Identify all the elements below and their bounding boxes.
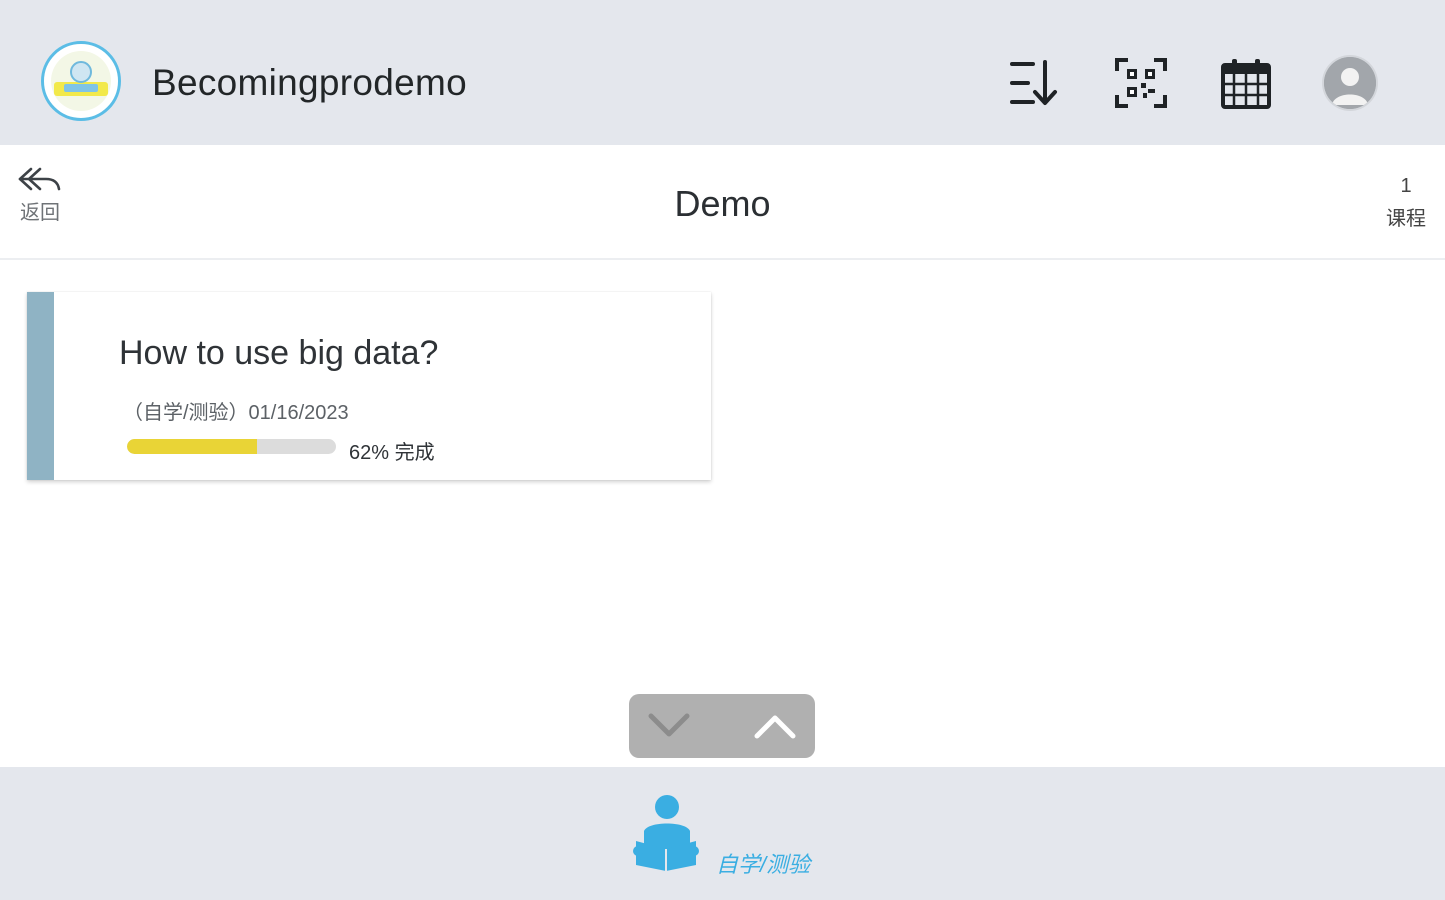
course-count-label: 课程 [1386, 208, 1426, 230]
app-logo[interactable] [41, 41, 121, 121]
course-count-number: 1 [1400, 175, 1412, 197]
scroll-down-button[interactable] [629, 694, 722, 758]
chevron-up-icon [754, 715, 796, 739]
sort-icon[interactable] [1009, 57, 1063, 109]
course-count: 1 课程 [1381, 175, 1431, 231]
scroll-controls [629, 694, 815, 758]
progress-text: 62% 完成 [349, 442, 435, 464]
card-accent-bar [27, 292, 54, 480]
tab-self-study-quiz[interactable]: 自学/测验 [630, 791, 830, 877]
scroll-up-button[interactable] [722, 694, 815, 758]
course-card[interactable]: How to use big data? （自学/测验）01/16/2023 6… [27, 292, 711, 480]
qr-scan-icon[interactable] [1114, 57, 1168, 109]
user-avatar-icon[interactable] [1324, 57, 1376, 109]
app-header: Becomingprodemo [0, 0, 1445, 145]
chevron-down-icon [648, 713, 690, 737]
progress-fill [127, 439, 257, 454]
course-meta: （自学/测验）01/16/2023 [123, 402, 349, 424]
page-title: Demo [674, 183, 771, 224]
sub-header: 返回 Demo 1 课程 [0, 145, 1445, 260]
bottom-tab-bar: 自学/测验 [0, 767, 1445, 900]
app-title: Becomingprodemo [152, 62, 468, 103]
course-title: How to use big data? [119, 334, 439, 372]
tab-label: 自学/测验 [716, 852, 811, 877]
reading-person-icon [633, 795, 699, 871]
calendar-icon[interactable] [1220, 57, 1274, 109]
progress-bar [127, 439, 336, 454]
